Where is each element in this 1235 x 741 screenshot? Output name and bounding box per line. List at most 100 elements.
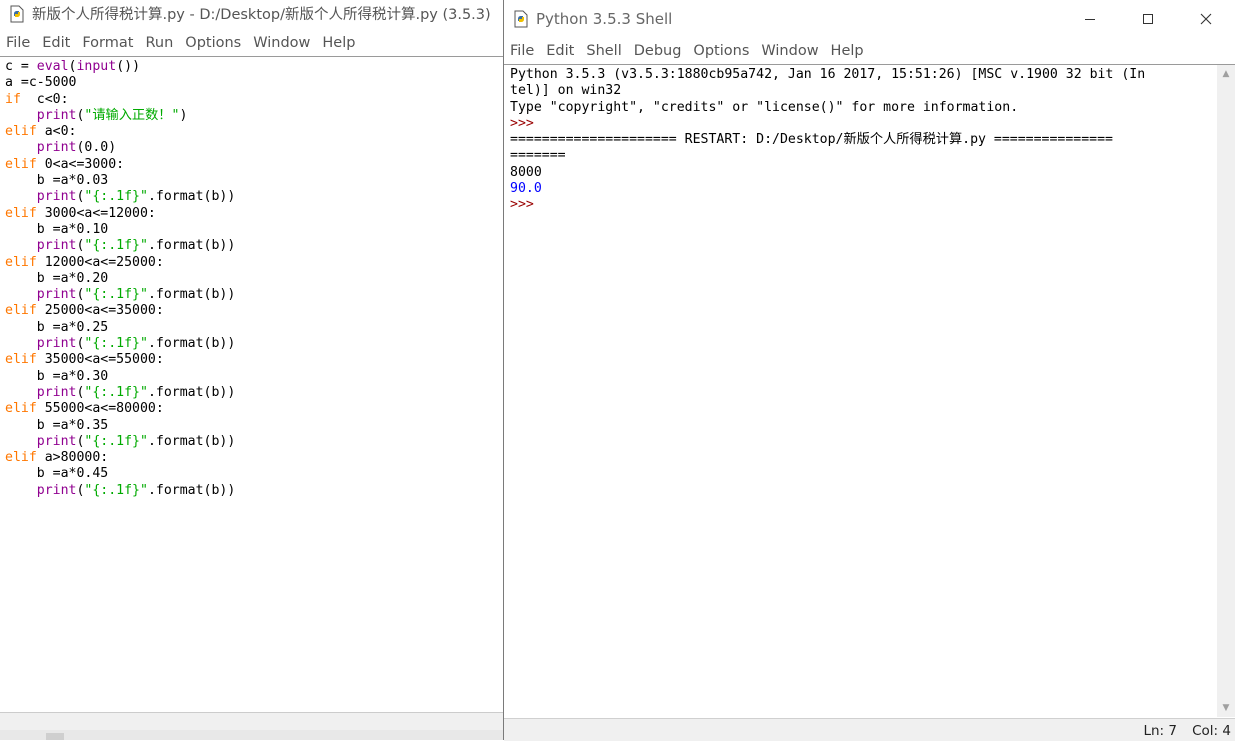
code-token: print bbox=[36, 140, 77, 156]
code-token: Type "copyright", "credits" or "license(… bbox=[510, 99, 1019, 115]
maximize-button[interactable] bbox=[1119, 0, 1177, 38]
scroll-down-arrow-icon[interactable]: ▼ bbox=[1221, 703, 1231, 713]
scroll-up-arrow-icon[interactable]: ▲ bbox=[1221, 69, 1231, 79]
shell-line: tel)] on win32 bbox=[510, 83, 1212, 99]
code-token: "请输入正数！" bbox=[84, 107, 180, 123]
shell-menu-debug[interactable]: Debug bbox=[628, 43, 688, 59]
code-token: 90.0 bbox=[510, 181, 542, 197]
code-token: b =a*0.20 bbox=[5, 270, 109, 286]
code-token: >>> bbox=[510, 115, 542, 131]
code-token: Python 3.5.3 (v3.5.3:1880cb95a742, Jan 1… bbox=[510, 67, 1146, 82]
editor-horizontal-scrollbar[interactable] bbox=[0, 712, 503, 730]
code-token: input bbox=[76, 59, 117, 74]
editor-menu-edit[interactable]: Edit bbox=[36, 35, 76, 51]
code-token: .format(b)) bbox=[147, 384, 236, 400]
code-line: b =a*0.03 bbox=[5, 173, 235, 189]
code-token: print bbox=[36, 238, 77, 254]
shell-menu-help[interactable]: Help bbox=[825, 43, 870, 59]
editor-menu-format[interactable]: Format bbox=[76, 35, 139, 51]
code-line: elif 35000<a<=55000: bbox=[5, 352, 235, 368]
shell-menu-options[interactable]: Options bbox=[687, 43, 755, 59]
code-line: b =a*0.45 bbox=[5, 466, 235, 482]
code-token: ======= bbox=[510, 148, 566, 164]
code-token: print bbox=[36, 482, 77, 498]
code-line: print("请输入正数！") bbox=[5, 108, 235, 124]
minimize-button[interactable] bbox=[1061, 0, 1119, 38]
code-line: print("{:.1f}".format(b)) bbox=[5, 238, 236, 254]
code-token: "{:.1f}" bbox=[84, 189, 148, 205]
code-line: a =c-5000 bbox=[5, 75, 235, 91]
maximize-icon bbox=[1143, 14, 1153, 24]
code-token: elif bbox=[5, 205, 37, 221]
shell-menu-shell[interactable]: Shell bbox=[580, 43, 627, 59]
code-token: 55000<a<=80000: bbox=[36, 401, 164, 417]
editor-menu-window[interactable]: Window bbox=[247, 35, 316, 51]
code-token: b =a*0.35 bbox=[5, 417, 109, 433]
code-line: if c<0: bbox=[5, 92, 235, 108]
code-token: 0<a<=3000: bbox=[36, 156, 125, 172]
code-token: >>> bbox=[510, 197, 542, 213]
shell-menu-edit[interactable]: Edit bbox=[540, 43, 580, 59]
shell-line: 8000 bbox=[510, 165, 1212, 181]
shell-menu-file[interactable]: File bbox=[504, 43, 540, 59]
code-token: .format(b)) bbox=[147, 336, 236, 352]
code-token: tel)] on win32 bbox=[510, 83, 622, 99]
code-token: (0.0) bbox=[76, 140, 117, 156]
code-token: .format(b)) bbox=[147, 238, 236, 254]
editor-code-area[interactable]: c = eval(input()) a =c-5000 if c<0: print(… bbox=[5, 59, 235, 499]
shell-line: Python 3.5.3 (v3.5.3:1880cb95a742, Jan 1… bbox=[510, 67, 1212, 83]
code-token: print bbox=[36, 384, 77, 400]
code-token: 3000<a<=12000: bbox=[36, 205, 156, 221]
shell-line: >>> bbox=[510, 116, 1212, 132]
code-token: c = bbox=[5, 59, 37, 74]
code-token: "{:.1f}" bbox=[84, 287, 148, 303]
shell-menubar: File Edit Shell Debug Options Window Help bbox=[504, 38, 1235, 65]
code-token: print bbox=[36, 107, 77, 123]
minimize-icon bbox=[1085, 19, 1095, 20]
editor-menubar: File Edit Format Run Options Window Help bbox=[0, 30, 503, 57]
code-token: print bbox=[36, 433, 77, 449]
shell-line: 90.0 bbox=[510, 181, 1212, 197]
editor-menu-options[interactable]: Options bbox=[179, 35, 247, 51]
code-line: elif 55000<a<=80000: bbox=[5, 401, 235, 417]
editor-title: 新版个人所得税计算.py - D:/Desktop/新版个人所得税计算.py (… bbox=[32, 7, 491, 23]
close-button[interactable] bbox=[1177, 0, 1235, 38]
python-file-icon bbox=[10, 5, 24, 22]
code-token: if bbox=[5, 91, 21, 107]
code-token: .format(b)) bbox=[147, 287, 236, 303]
shell-vertical-scrollbar[interactable]: ▲ ▼ bbox=[1217, 65, 1235, 717]
code-line: elif 3000<a<=12000: bbox=[5, 206, 235, 222]
code-token: a>80000: bbox=[36, 450, 109, 466]
code-token: ===================== RESTART: D:/Deskto… bbox=[510, 132, 1113, 148]
editor-menu-file[interactable]: File bbox=[0, 35, 36, 51]
editor-window: 新版个人所得税计算.py - D:/Desktop/新版个人所得税计算.py (… bbox=[0, 0, 503, 740]
code-token: b =a*0.30 bbox=[5, 368, 109, 384]
code-line: c = eval(input()) bbox=[5, 59, 235, 75]
code-line: b =a*0.30 bbox=[5, 369, 235, 385]
code-line: elif a<0: bbox=[5, 124, 235, 140]
shell-output-area[interactable]: Python 3.5.3 (v3.5.3:1880cb95a742, Jan 1… bbox=[510, 67, 1212, 214]
editor-menu-run[interactable]: Run bbox=[139, 35, 179, 51]
editor-menu-help[interactable]: Help bbox=[316, 35, 361, 51]
shell-line: >>> bbox=[510, 197, 1212, 213]
code-token: "{:.1f}" bbox=[84, 336, 148, 352]
shell-menu-window[interactable]: Window bbox=[755, 43, 824, 59]
code-token: "{:.1f}" bbox=[84, 384, 148, 400]
code-token: "{:.1f}" bbox=[84, 482, 148, 498]
code-line: elif 0<a<=3000: bbox=[5, 157, 235, 173]
code-token: "{:.1f}" bbox=[84, 433, 148, 449]
close-icon bbox=[1200, 13, 1212, 25]
code-token: elif bbox=[5, 124, 37, 140]
code-line: print("{:.1f}".format(b)) bbox=[5, 287, 236, 303]
code-token: 25000<a<=35000: bbox=[36, 303, 164, 319]
code-token: ()) bbox=[116, 59, 141, 74]
python-file-icon bbox=[514, 10, 528, 28]
code-token: ) bbox=[179, 107, 188, 123]
shell-window: Python 3.5.3 Shell File Edit Shell Debug Opt… bbox=[503, 0, 1235, 741]
code-line: print("{:.1f}".format(b)) bbox=[5, 336, 236, 352]
shell-line: ======= bbox=[510, 148, 1212, 164]
